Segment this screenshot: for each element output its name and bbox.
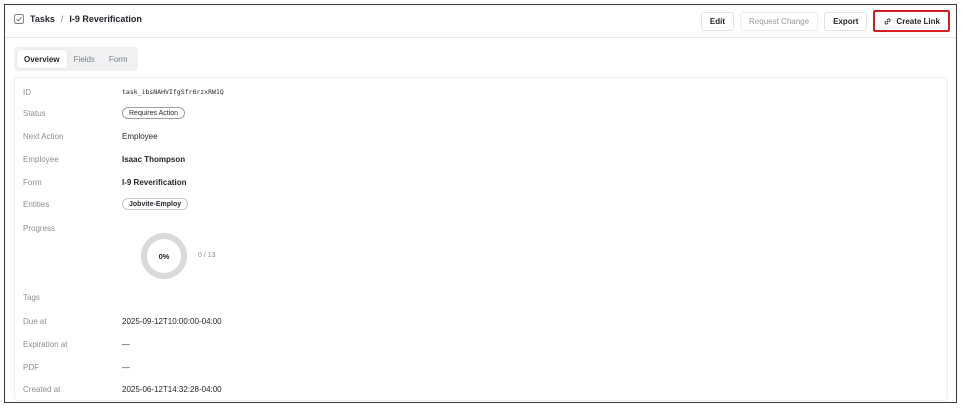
page-header: Tasks / I-9 Reverification Edit Request … xyxy=(5,5,956,38)
link-icon xyxy=(884,18,891,24)
breadcrumb-separator: / xyxy=(60,14,64,24)
expiration-at-value: — xyxy=(122,339,130,349)
due-at-value: 2025-09-12T10:00:00-04:00 xyxy=(122,316,222,326)
tab-form[interactable]: Form xyxy=(102,50,135,68)
toolbar: Edit Request Change Export Create Link xyxy=(700,10,950,32)
next-action-value: Employee xyxy=(122,131,158,141)
page-title: I-9 Reverification xyxy=(69,14,142,24)
tab-fields[interactable]: Fields xyxy=(67,50,102,68)
pdf-value: — xyxy=(122,362,130,372)
tab-bar: Overview Fields Form xyxy=(14,47,138,71)
breadcrumb-tasks-link[interactable]: Tasks xyxy=(30,14,55,24)
progress-count: 0 / 13 xyxy=(198,252,216,259)
export-button[interactable]: Export xyxy=(824,12,868,31)
employee-value: Isaac Thompson xyxy=(122,154,186,164)
status-label: Status xyxy=(23,108,46,118)
created-at-label: Created at xyxy=(23,384,61,394)
next-action-label: Next Action xyxy=(23,131,64,141)
tab-overview[interactable]: Overview xyxy=(17,50,67,68)
tags-label: Tags xyxy=(23,292,40,302)
create-link-label: Create Link xyxy=(896,16,940,26)
form-value: I-9 Reverification xyxy=(122,177,187,187)
progress-label: Progress xyxy=(23,223,56,233)
create-link-button[interactable]: Create Link xyxy=(873,10,950,32)
overview-panel: ID task_ibsNAHVIfgSfr6rzxRW1Q Status Req… xyxy=(14,77,948,401)
expiration-at-label: Expiration at xyxy=(23,339,68,349)
pdf-label: PDF xyxy=(23,362,39,372)
edit-button[interactable]: Edit xyxy=(700,12,735,31)
form-label: Form xyxy=(23,177,42,187)
due-at-label: Due at xyxy=(23,316,47,326)
breadcrumb: Tasks / I-9 Reverification xyxy=(14,14,142,24)
progress-percent: 0% xyxy=(158,251,170,261)
employee-label: Employee xyxy=(23,154,59,164)
status-badge: Requires Action xyxy=(122,107,186,119)
id-label: ID xyxy=(23,87,31,97)
checkbox-icon xyxy=(14,14,24,24)
entities-label: Entities xyxy=(23,199,50,209)
progress-donut: 0% xyxy=(139,231,189,281)
task-detail-window: Tasks / I-9 Reverification Edit Request … xyxy=(4,4,957,403)
created-at-value: 2025-06-12T14:32:28-04:00 xyxy=(122,384,222,394)
id-value: task_ibsNAHVIfgSfr6rzxRW1Q xyxy=(122,88,224,96)
request-change-button[interactable]: Request Change xyxy=(740,12,819,31)
entity-badge: Jobvite-Employ xyxy=(122,198,189,210)
